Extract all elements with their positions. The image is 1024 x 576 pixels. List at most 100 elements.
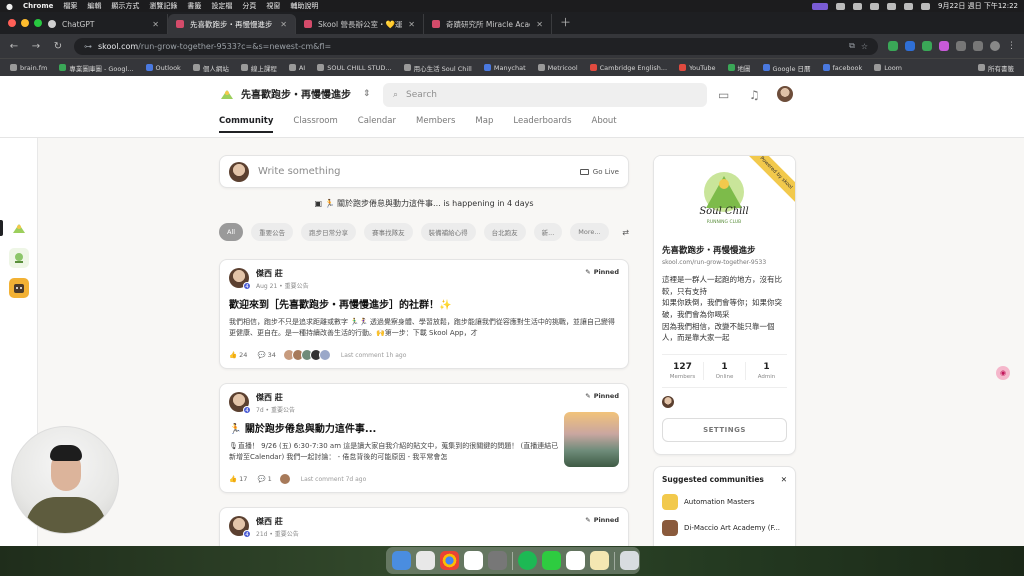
browser-tab-miracle-academy[interactable]: 奇蹟研究所 Miracle Academy ✕ <box>424 14 552 34</box>
input-method-icon[interactable] <box>812 2 829 10</box>
bookmark-folder[interactable]: 個人網站 <box>192 63 229 73</box>
author-avatar[interactable]: 4 <box>229 268 251 290</box>
close-tab-icon[interactable]: ✕ <box>408 20 415 29</box>
headphones-icon[interactable] <box>853 2 863 10</box>
author-avatar[interactable]: 4 <box>229 516 251 538</box>
menubar-clock[interactable]: 9月22日 週日 下午12:22 <box>938 1 1018 11</box>
rail-community-icon[interactable] <box>9 248 29 268</box>
close-window-icon[interactable] <box>8 19 16 27</box>
notion-icon[interactable] <box>464 551 483 570</box>
search-icon[interactable] <box>904 2 914 10</box>
like-button[interactable]: 👍 24 <box>229 351 247 359</box>
post-card[interactable]: 4 傑西 莊 21d • 重要公告 ✎ Pinned <box>219 507 629 546</box>
bookmark-item[interactable]: Manychat <box>483 64 526 72</box>
tab-leaderboards[interactable]: Leaderboards <box>513 116 571 133</box>
tab-calendar[interactable]: Calendar <box>358 116 396 133</box>
address-bar[interactable]: ⊶ skool.com/run-grow-together-9533?c=&s=… <box>74 37 878 55</box>
admin-stat[interactable]: 1 Admin <box>745 361 787 380</box>
community-switcher[interactable]: 先喜歡跑步・再慢慢進步 ⇕ <box>219 86 371 101</box>
bookmark-folder[interactable]: 線上課程 <box>240 63 277 73</box>
bookmark-item[interactable]: Google 日曆 <box>762 63 811 73</box>
post-author[interactable]: 傑西 莊 <box>256 392 295 403</box>
bookmark-item[interactable]: 專業圖庫圖 - Googl... <box>59 63 134 73</box>
line-icon[interactable] <box>542 551 561 570</box>
menubar-app-name[interactable]: Chrome <box>23 2 53 10</box>
suggested-community-item[interactable]: Automation Masters <box>662 494 787 510</box>
extension-icon[interactable] <box>905 41 915 51</box>
browser-tab-community[interactable]: 先喜歡跑步・再慢慢進步 ✕ <box>168 14 296 34</box>
extension-icon[interactable] <box>939 41 949 51</box>
wifi-icon[interactable] <box>887 2 897 10</box>
post-author[interactable]: 傑西 莊 <box>256 516 299 527</box>
bookmark-item[interactable]: Cambridge English... <box>589 64 667 72</box>
menubar-item[interactable]: 設定檔 <box>211 1 232 11</box>
like-button[interactable]: 👍 17 <box>229 475 247 483</box>
post-card[interactable]: 4 傑西 莊 7d • 重要公告 ✎ Pinned 🏃 關於跑步倦怠與動力這件事.… <box>219 383 629 493</box>
upcoming-event-banner[interactable]: ▣ 🏃 關於跑步倦怠與動力這件事... is happening in 4 da… <box>219 198 629 209</box>
launchpad-icon[interactable] <box>416 551 435 570</box>
chat-icon[interactable]: ▭ <box>718 88 729 102</box>
menubar-item[interactable]: 瀏覽記錄 <box>149 1 177 11</box>
bookmark-folder[interactable]: AI <box>288 64 305 72</box>
filter-chip[interactable]: 裝備補給心得 <box>420 223 476 241</box>
tab-community[interactable]: Community <box>219 116 274 133</box>
forward-arrow-icon[interactable]: → <box>30 41 42 52</box>
menubar-item[interactable]: 視窗 <box>266 1 280 11</box>
control-center-icon[interactable] <box>921 2 931 10</box>
post-composer[interactable]: Write something Go Live <box>219 155 629 188</box>
user-avatar[interactable] <box>777 86 793 102</box>
site-info-icon[interactable]: ⊶ <box>84 42 92 51</box>
tab-map[interactable]: Map <box>475 116 493 133</box>
tab-about[interactable]: About <box>592 116 617 133</box>
profile-icon[interactable] <box>990 41 1000 51</box>
comment-button[interactable]: 💬 34 <box>257 351 275 359</box>
browser-tab-skool-office[interactable]: Skool 營長辦公室・💛運用互動 ✕ <box>296 14 424 34</box>
menubar-item[interactable]: 輔助說明 <box>290 1 318 11</box>
filter-chip[interactable]: 新... <box>533 223 563 241</box>
bookmark-item[interactable]: YouTube <box>679 64 716 72</box>
switch-community-icon[interactable]: ⇕ <box>363 89 371 99</box>
bookmark-item[interactable]: Metricool <box>537 64 578 72</box>
reload-icon[interactable]: ↻ <box>52 41 64 52</box>
bookmark-item[interactable]: brain.fm <box>10 64 47 72</box>
filter-chip[interactable]: 賽事找隊友 <box>364 223 413 241</box>
bookmark-item[interactable]: 用心生活 Soul Chill <box>403 63 472 73</box>
menubar-item[interactable]: 檔案 <box>63 1 77 11</box>
calendar-app-icon[interactable] <box>566 551 585 570</box>
post-card[interactable]: 4 傑西 莊 Aug 21 • 重要公告 ✎ Pinned 歡迎來到［先喜歡跑步・… <box>219 259 629 369</box>
notes-icon[interactable] <box>590 551 609 570</box>
filter-chip-all[interactable]: All <box>219 223 244 241</box>
author-avatar[interactable]: 4 <box>229 392 251 414</box>
filter-chip-more[interactable]: More... <box>570 223 609 241</box>
all-bookmarks-folder[interactable]: 所有書籤 <box>978 63 1014 73</box>
tab-classroom[interactable]: Classroom <box>293 116 337 133</box>
menubar-item[interactable]: 顯示方式 <box>111 1 139 11</box>
spotify-icon[interactable] <box>518 551 537 570</box>
chrome-icon[interactable] <box>440 551 459 570</box>
translate-icon[interactable]: ⧉ <box>849 41 855 51</box>
bookmark-item[interactable]: SOUL CHILL STUD... <box>317 64 392 72</box>
bookmark-item[interactable]: facebook <box>822 64 862 72</box>
floating-assistant-icon[interactable]: ◉ <box>996 366 1010 380</box>
chrome-menu-icon[interactable]: ⋮ <box>1007 41 1016 51</box>
back-arrow-icon[interactable]: ← <box>8 41 20 52</box>
online-stat[interactable]: 1 Online <box>703 361 745 380</box>
bookmark-item[interactable]: 地圖 <box>727 63 751 73</box>
community-url[interactable]: skool.com/run-grow-together-9533 <box>654 259 795 266</box>
settings-app-icon[interactable] <box>488 551 507 570</box>
puzzle-extensions-icon[interactable] <box>956 41 966 51</box>
rail-community-icon[interactable] <box>9 278 29 298</box>
browser-tab-chatgpt[interactable]: ChatGPT ✕ <box>40 14 168 34</box>
extension-icon[interactable] <box>888 41 898 51</box>
post-title[interactable]: 🏃 關於跑步倦怠與動力這件事... <box>229 420 619 435</box>
sidebar-icon[interactable] <box>973 41 983 51</box>
close-icon[interactable]: ✕ <box>781 475 787 484</box>
bookmark-item[interactable]: Loom <box>874 64 902 72</box>
comment-button[interactable]: 💬 1 <box>257 475 271 483</box>
notification-bell-icon[interactable]: ♫ <box>749 88 760 102</box>
battery-icon[interactable] <box>870 2 880 10</box>
post-author[interactable]: 傑西 莊 <box>256 268 309 279</box>
finder-icon[interactable] <box>392 551 411 570</box>
settings-button[interactable]: SETTINGS <box>662 417 787 442</box>
admin-avatar[interactable] <box>662 395 674 408</box>
